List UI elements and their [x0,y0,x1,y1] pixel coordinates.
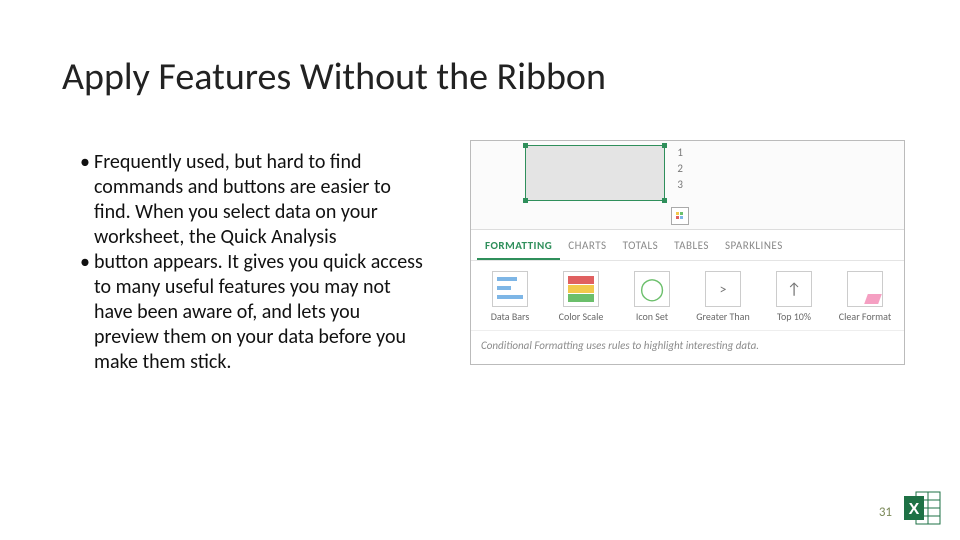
option-label: Top 10% [763,311,825,322]
color-scale-icon [563,271,599,307]
formatting-options: Data Bars Color Scale ◯ Icon Set Greater… [471,261,904,330]
tab-totals[interactable]: TOTALS [615,234,667,260]
row-number: 3 [673,177,683,193]
option-label: Color Scale [550,311,612,322]
option-label: Icon Set [621,311,683,322]
selected-range [525,145,665,201]
tab-charts[interactable]: CHARTS [560,234,614,260]
page-title: Apply Features Without the Ribbon [62,54,606,100]
quick-analysis-tabs: FORMATTING CHARTS TOTALS TABLES SPARKLIN… [471,229,904,261]
bullet-icon: • [80,150,94,250]
bullet-text: Frequently used, but hard to find comman… [94,150,425,250]
tab-tables[interactable]: TABLES [666,234,717,260]
option-icon-set[interactable]: ◯ Icon Set [621,271,683,322]
lightning-icon [675,211,685,221]
option-greater-than[interactable]: Greater Than [692,271,754,322]
tab-formatting[interactable]: FORMATTING [477,234,560,260]
excel-logo-icon: X [902,488,942,528]
option-data-bars[interactable]: Data Bars [479,271,541,322]
greater-than-icon [705,271,741,307]
icon-set-icon: ◯ [634,271,670,307]
tab-sparklines[interactable]: SPARKLINES [717,234,791,260]
quick-analysis-button[interactable] [671,207,689,225]
bullet-icon: • [80,250,94,375]
eraser-icon [847,271,883,307]
list-item: • Frequently used, but hard to find comm… [80,150,425,250]
bullet-text: button appears. It gives you quick acces… [94,250,425,375]
option-label: Data Bars [479,311,541,322]
option-label: Clear Format [834,311,896,322]
body-text: • Frequently used, but hard to find comm… [80,150,425,375]
page-number: 31 [879,505,892,520]
option-clear-format[interactable]: Clear Format [834,271,896,322]
top-percent-icon [776,271,812,307]
formatting-hint: Conditional Formatting uses rules to hig… [471,330,904,364]
list-item: • button appears. It gives you quick acc… [80,250,425,375]
option-color-scale[interactable]: Color Scale [550,271,612,322]
row-number: 2 [673,161,683,177]
row-number: 1 [673,145,683,161]
data-bars-icon [492,271,528,307]
worksheet-selection-area: 1 2 3 [471,141,904,229]
option-top-ten[interactable]: Top 10% [763,271,825,322]
quick-analysis-screenshot: 1 2 3 FORMATTING CHARTS TOTALS TABLES SP… [470,140,905,365]
option-label: Greater Than [692,311,754,322]
row-numbers: 1 2 3 [673,145,683,193]
svg-text:X: X [909,501,920,518]
